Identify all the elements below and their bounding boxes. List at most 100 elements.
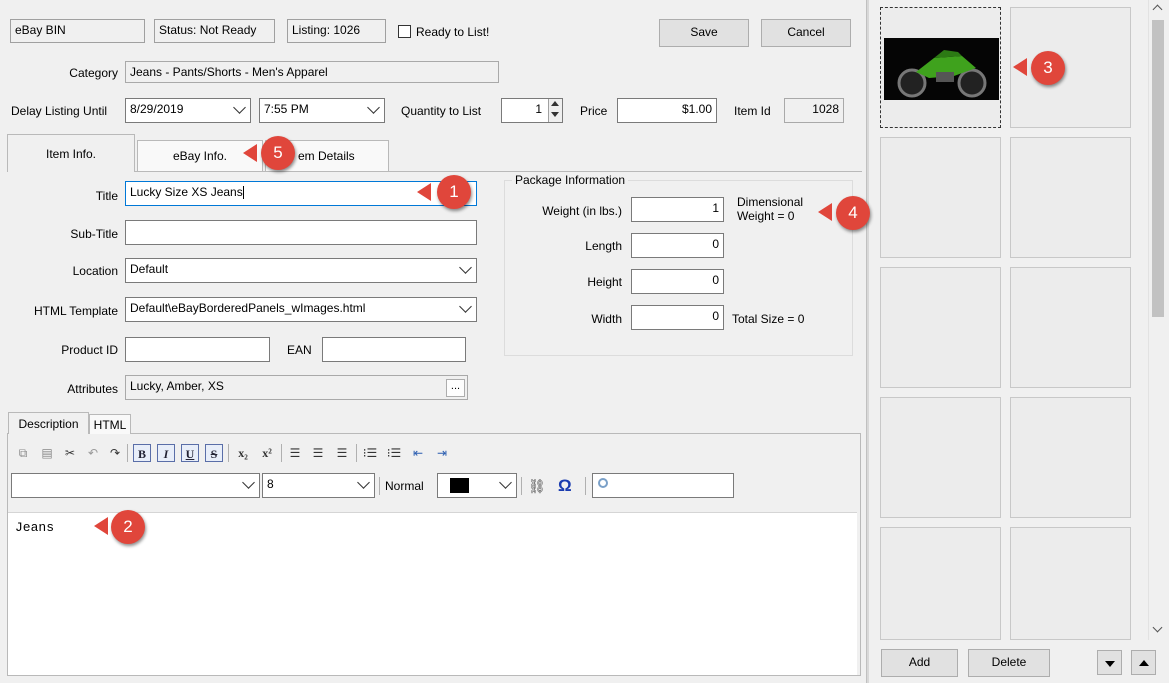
bullet-list-icon[interactable]: ⁝☰: [361, 444, 379, 462]
find-input[interactable]: [592, 473, 734, 498]
cancel-button[interactable]: Cancel: [761, 19, 851, 47]
outdent-icon[interactable]: ⇤: [409, 444, 427, 462]
quantity-stepper[interactable]: 1: [501, 98, 563, 123]
cut-icon[interactable]: ✂: [61, 444, 79, 462]
strikethrough-icon[interactable]: S: [205, 444, 223, 462]
tab-description[interactable]: Description: [8, 412, 89, 434]
toolbar-separator: [281, 444, 282, 462]
font-size-select[interactable]: 8: [262, 473, 375, 498]
length-input[interactable]: 0: [631, 233, 724, 258]
align-center-icon[interactable]: ☰: [309, 444, 327, 462]
subtitle-input[interactable]: [125, 220, 477, 245]
quantity-value: 1: [535, 102, 542, 116]
status-box: Status: Not Ready: [154, 19, 275, 43]
chevron-down-icon[interactable]: [357, 476, 370, 489]
toolbar-separator: [228, 444, 229, 462]
package-title: Package Information: [512, 173, 629, 187]
chevron-down-icon[interactable]: [242, 476, 255, 489]
scroll-thumb[interactable]: [1152, 20, 1164, 317]
width-input[interactable]: 0: [631, 305, 724, 330]
image-cell-6[interactable]: [1010, 267, 1131, 388]
arrow-up-icon: [1139, 660, 1149, 666]
copy-icon[interactable]: ⧉: [14, 444, 32, 462]
callout-4: 4: [836, 196, 870, 230]
search-icon: [598, 478, 608, 488]
image-cell-3[interactable]: [880, 137, 1001, 258]
link-icon[interactable]: ⛓: [528, 478, 546, 495]
align-left-icon[interactable]: ☰: [286, 444, 304, 462]
align-right-icon[interactable]: ☰: [333, 444, 351, 462]
panel-divider: [866, 0, 869, 683]
spin-buttons[interactable]: [548, 99, 562, 122]
image-cell-5[interactable]: [880, 267, 1001, 388]
tab-html[interactable]: HTML: [89, 414, 131, 434]
numbered-list-icon[interactable]: ⁝☰: [385, 444, 403, 462]
delay-time-value: 7:55 PM: [264, 102, 309, 116]
special-char-icon[interactable]: Ω: [558, 476, 572, 496]
total-size-text: Total Size = 0: [732, 312, 805, 326]
weight-input[interactable]: 1: [631, 197, 724, 222]
image-grid: [877, 0, 1143, 640]
image-cell-10[interactable]: [1010, 527, 1131, 640]
height-input[interactable]: 0: [631, 269, 724, 294]
scroll-up-icon[interactable]: [1152, 4, 1163, 15]
font-name-select[interactable]: [11, 473, 260, 498]
paste-icon[interactable]: ▤: [38, 444, 56, 462]
attributes-ellipsis-button[interactable]: ...: [446, 379, 465, 397]
image-scrollbar[interactable]: [1148, 0, 1167, 640]
save-button[interactable]: Save: [659, 19, 749, 47]
image-cell-2[interactable]: [1010, 7, 1131, 128]
category-label: Category: [69, 66, 118, 80]
move-down-button[interactable]: [1097, 650, 1122, 675]
image-cell-8[interactable]: [1010, 397, 1131, 518]
category-field: Jeans - Pants/Shorts - Men's Apparel: [125, 61, 499, 83]
spin-up-icon[interactable]: [551, 101, 559, 106]
weight-label: Weight (in lbs.): [542, 204, 622, 218]
indent-icon[interactable]: ⇥: [433, 444, 451, 462]
font-size-value: 8: [267, 477, 274, 491]
image-cell-1[interactable]: [880, 7, 1001, 128]
paragraph-style-label[interactable]: Normal: [385, 479, 424, 493]
superscript-icon[interactable]: x²: [258, 444, 276, 462]
image-cell-7[interactable]: [880, 397, 1001, 518]
underline-icon[interactable]: U: [181, 444, 199, 462]
ready-to-list-checkbox[interactable]: [398, 25, 411, 38]
chevron-down-icon[interactable]: [233, 101, 246, 114]
spin-down-icon[interactable]: [551, 112, 559, 117]
image-cell-4[interactable]: [1010, 137, 1131, 258]
tab-item-info[interactable]: Item Info.: [7, 134, 135, 172]
undo-icon[interactable]: ↶: [84, 444, 102, 462]
product-id-label: Product ID: [61, 343, 118, 357]
delay-time-picker[interactable]: 7:55 PM: [259, 98, 385, 123]
font-color-select[interactable]: [437, 473, 517, 498]
bold-icon[interactable]: B: [133, 444, 151, 462]
delete-image-button[interactable]: Delete: [968, 649, 1050, 677]
html-template-select[interactable]: Default\eBayBorderedPanels_wImages.html: [125, 297, 477, 322]
move-up-button[interactable]: [1131, 650, 1156, 675]
arrow-down-icon: [1105, 661, 1115, 667]
subscript-icon[interactable]: x₂: [234, 444, 252, 462]
title-label: Title: [95, 189, 118, 203]
add-image-button[interactable]: Add: [881, 649, 958, 677]
chevron-down-icon[interactable]: [367, 101, 380, 114]
ean-input[interactable]: [322, 337, 466, 362]
italic-icon[interactable]: I: [157, 444, 175, 462]
scroll-down-icon[interactable]: [1152, 622, 1163, 633]
location-value: Default: [130, 262, 169, 276]
product-id-input[interactable]: [125, 337, 270, 362]
chevron-down-icon[interactable]: [459, 300, 472, 313]
redo-icon[interactable]: ↷: [106, 444, 124, 462]
image-cell-9[interactable]: [880, 527, 1001, 640]
html-template-label: HTML Template: [33, 304, 118, 318]
quantity-label: Quantity to List: [401, 104, 482, 118]
price-field[interactable]: $1.00: [617, 98, 717, 123]
chevron-down-icon[interactable]: [459, 261, 472, 274]
listing-number-box: Listing: 1026: [287, 19, 386, 43]
chevron-down-icon[interactable]: [499, 476, 512, 489]
callout-1-pointer: [417, 183, 431, 201]
location-select[interactable]: Default: [125, 258, 477, 283]
ean-label: EAN: [287, 343, 312, 357]
color-swatch: [450, 478, 469, 493]
subtitle-label: Sub-Title: [70, 227, 118, 241]
delay-date-picker[interactable]: 8/29/2019: [125, 98, 251, 123]
